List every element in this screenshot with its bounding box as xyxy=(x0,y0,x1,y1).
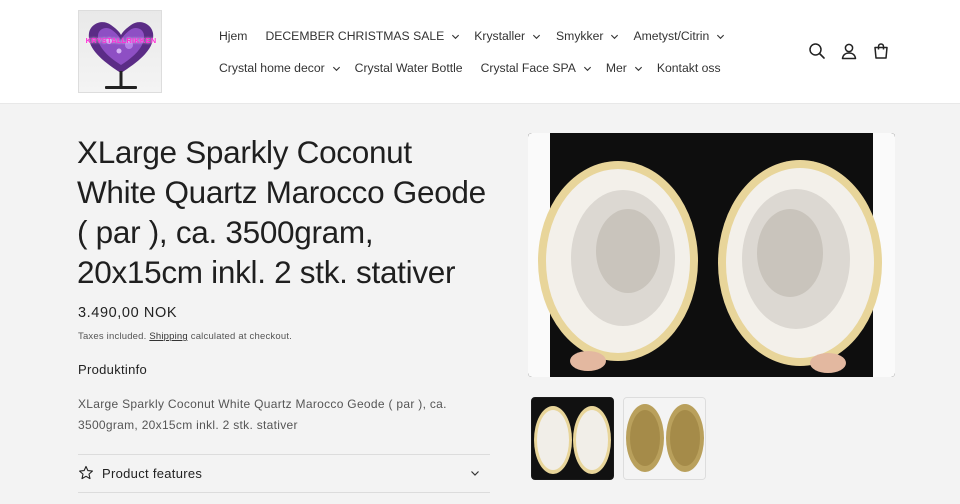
nav-item-hjem[interactable]: Hjem xyxy=(219,27,247,45)
logo-geode-graphic xyxy=(88,22,154,89)
shipping-link[interactable]: Shipping xyxy=(149,331,188,342)
chevron-down-icon xyxy=(471,471,479,476)
tax-note-suffix: calculated at checkout. xyxy=(190,331,292,342)
thumbnail-1[interactable] xyxy=(531,397,614,480)
nav-item-crystal-face-spa[interactable]: Crystal Face SPA xyxy=(481,59,592,77)
logo-text: KRYSTALLRIKKEN xyxy=(85,36,157,45)
nav-label: Ametyst/Citrin xyxy=(633,29,710,43)
main-nav-row-2: Crystal home decor Crystal Water Bottle … xyxy=(219,59,721,77)
chevron-down-icon xyxy=(611,34,619,39)
chevron-down-icon xyxy=(452,34,460,39)
product-description: XLarge Sparkly Coconut White Quartz Maro… xyxy=(78,397,447,432)
thumbnail-2[interactable] xyxy=(623,397,706,480)
cart-button[interactable] xyxy=(870,40,892,62)
product-features-accordion[interactable]: Product features xyxy=(78,462,490,484)
account-icon xyxy=(841,43,857,60)
nav-label: DECEMBER CHRISTMAS SALE xyxy=(265,29,445,43)
tax-note: Taxes included. Shipping calculated at c… xyxy=(78,331,292,342)
chevron-down-icon xyxy=(717,34,725,39)
product-info-heading: Produktinfo xyxy=(78,362,148,377)
chevron-down-icon xyxy=(583,66,591,71)
product-features-label: Product features xyxy=(102,465,203,481)
store-logo[interactable]: KRYSTALLRIKKEN xyxy=(78,10,162,93)
search-button[interactable] xyxy=(806,40,828,62)
search-icon xyxy=(809,43,825,59)
cart-icon xyxy=(874,43,888,59)
nav-label: Hjem xyxy=(219,29,248,43)
tax-note-prefix: Taxes included. xyxy=(78,331,147,342)
product-price: 3.490,00 NOK xyxy=(78,305,178,321)
nav-item-ametyst-citrin[interactable]: Ametyst/Citrin xyxy=(633,27,725,45)
site-header: KRYSTALLRIKKEN Hjem DECEMBER CHRISTMAS S… xyxy=(0,0,960,104)
geode-photo xyxy=(528,133,895,377)
divider xyxy=(78,454,490,455)
nav-label: Kontakt oss xyxy=(656,61,721,75)
nav-item-kontakt-oss[interactable]: Kontakt oss xyxy=(657,59,721,77)
thumbnail-photo-exterior xyxy=(624,398,705,479)
main-product-image[interactable] xyxy=(528,133,895,377)
main-nav-row-1: Hjem DECEMBER CHRISTMAS SALE Krystaller … xyxy=(219,27,725,45)
thumbnail-photo-white xyxy=(532,398,613,479)
chevron-down-icon xyxy=(533,34,541,39)
divider xyxy=(78,492,490,493)
star-icon xyxy=(79,465,93,480)
product-title: XLarge Sparkly Coconut White Quartz Maro… xyxy=(77,134,486,290)
nav-label: Smykker xyxy=(556,29,604,43)
chevron-down-icon xyxy=(634,66,642,71)
nav-item-smykker[interactable]: Smykker xyxy=(556,27,619,45)
nav-label: Mer xyxy=(605,61,627,75)
nav-item-krystaller[interactable]: Krystaller xyxy=(474,27,541,45)
nav-label: Krystaller xyxy=(474,29,526,43)
nav-item-december-christmas-sale[interactable]: DECEMBER CHRISTMAS SALE xyxy=(265,27,460,45)
chevron-down-icon xyxy=(332,66,340,71)
nav-label: Crystal home decor xyxy=(219,61,325,75)
account-button[interactable] xyxy=(838,40,860,62)
nav-item-mer[interactable]: Mer xyxy=(606,59,643,77)
nav-label: Crystal Water Bottle xyxy=(354,61,463,75)
nav-label: Crystal Face SPA xyxy=(480,61,576,75)
nav-item-crystal-home-decor[interactable]: Crystal home decor xyxy=(219,59,341,77)
nav-item-crystal-water-bottle[interactable]: Crystal Water Bottle xyxy=(355,59,463,77)
